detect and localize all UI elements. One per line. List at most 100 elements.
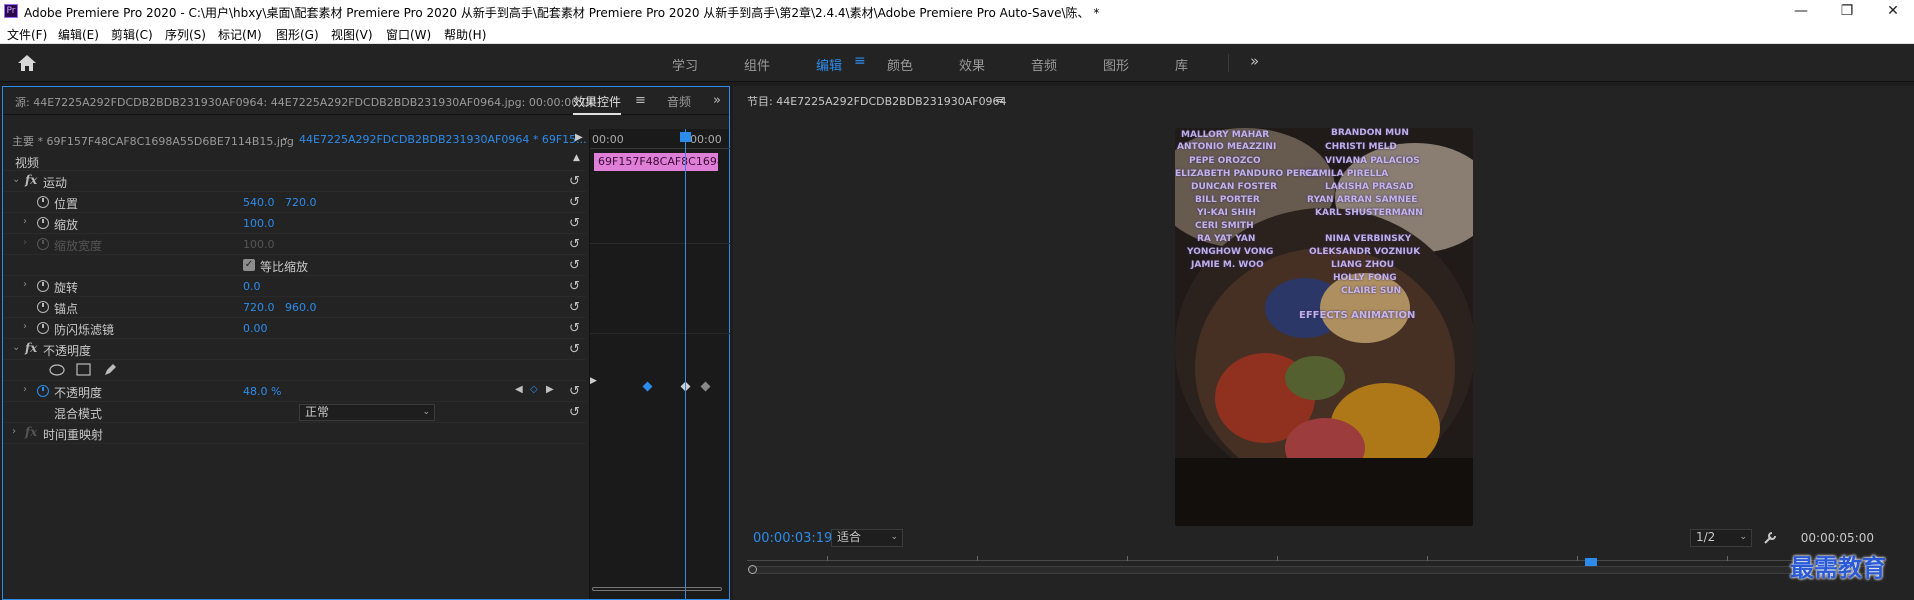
wrench-settings-icon[interactable] bbox=[1763, 531, 1777, 545]
position-x-value[interactable]: 540.0 bbox=[243, 196, 275, 209]
anchor-y-value[interactable]: 960.0 bbox=[285, 301, 317, 314]
expand-chevron-icon[interactable]: › bbox=[23, 384, 27, 395]
menu-view[interactable]: 视图(V) bbox=[331, 26, 373, 43]
source-tab-label[interactable]: 源: 44E7225A292FDCDB2BDB231930AF0964: 44E… bbox=[15, 94, 596, 110]
workspace-tab-graphics[interactable]: 图形 bbox=[1103, 55, 1129, 74]
stopwatch-icon[interactable] bbox=[37, 280, 49, 292]
menu-graphics[interactable]: 图形(G) bbox=[276, 26, 319, 43]
sequence-clip-label[interactable]: 44E7225A292FDCDB2BDB231930AF0964 * 69F15… bbox=[299, 133, 587, 146]
menu-marker[interactable]: 标记(M) bbox=[218, 26, 262, 43]
expand-chevron-icon[interactable]: › bbox=[23, 216, 27, 227]
menu-help[interactable]: 帮助(H) bbox=[444, 26, 486, 43]
expand-chevron-icon[interactable]: › bbox=[23, 279, 27, 290]
workspace-tab-assembly[interactable]: 组件 bbox=[744, 55, 770, 74]
param-anti-flicker-label: 防闪烁滤镜 bbox=[54, 323, 115, 337]
current-timecode[interactable]: 00:00:03:19 bbox=[753, 531, 832, 546]
reset-icon[interactable]: ↺ bbox=[569, 195, 580, 210]
effect-opacity-row[interactable]: ⌄ fx 不透明度 ↺ bbox=[3, 339, 586, 360]
reset-icon[interactable]: ↺ bbox=[569, 342, 580, 357]
workspace-tab-libraries[interactable]: 库 bbox=[1175, 55, 1188, 74]
playhead-handle[interactable] bbox=[1585, 558, 1597, 566]
stopwatch-icon[interactable] bbox=[37, 217, 49, 229]
stopwatch-icon[interactable] bbox=[37, 385, 49, 397]
workspace-tab-learn[interactable]: 学习 bbox=[672, 55, 698, 74]
stopwatch-icon[interactable] bbox=[37, 301, 49, 313]
reset-icon[interactable]: ↺ bbox=[569, 279, 580, 294]
effect-motion-row[interactable]: ⌄ fx 运动 ↺ bbox=[3, 171, 586, 192]
workspace-tab-editing[interactable]: 编辑 bbox=[816, 55, 842, 74]
blend-mode-dropdown[interactable]: 正常 ⌄ bbox=[299, 404, 435, 421]
home-icon[interactable] bbox=[14, 53, 40, 73]
resolution-dropdown[interactable]: 1/2 ⌄ bbox=[1690, 529, 1752, 547]
menu-window[interactable]: 窗口(W) bbox=[386, 26, 431, 43]
panel-menu-icon[interactable]: ≡ bbox=[995, 93, 1004, 106]
program-monitor-title[interactable]: 节目: 44E7225A292FDCDB2BDB231930AF0964 bbox=[747, 93, 1007, 109]
uniform-scale-checkbox[interactable]: ✓ bbox=[243, 259, 255, 271]
workspace-tab-color[interactable]: 颜色 bbox=[887, 55, 913, 74]
master-clip-label[interactable]: 主要 * 69F157F48CAF8C1698A55D6BE7114B15.jp… bbox=[12, 133, 294, 149]
menu-clip[interactable]: 剪辑(C) bbox=[111, 26, 153, 43]
panel-overflow-icon[interactable]: » bbox=[713, 93, 721, 108]
position-y-value[interactable]: 720.0 bbox=[285, 196, 317, 209]
playhead-handle[interactable] bbox=[680, 132, 691, 142]
timeline-zoom-scrollbar[interactable] bbox=[592, 587, 722, 591]
tab-audio-mixer[interactable]: 音频 bbox=[667, 93, 691, 110]
param-position-label: 位置 bbox=[54, 197, 79, 211]
expand-chevron-icon[interactable]: ⌄ bbox=[12, 174, 20, 185]
time-ruler[interactable] bbox=[747, 554, 1883, 562]
fit-zoom-dropdown[interactable]: 适合 ⌄ bbox=[831, 529, 903, 547]
anti-flicker-value[interactable]: 0.00 bbox=[243, 322, 268, 335]
ellipse-mask-icon[interactable] bbox=[49, 364, 65, 376]
program-zoom-scrollbar[interactable] bbox=[748, 565, 1879, 574]
keyframe-diamond-icon[interactable] bbox=[642, 381, 653, 392]
stopwatch-icon[interactable] bbox=[37, 322, 49, 334]
workspace-menu-icon[interactable]: ≡ bbox=[854, 53, 866, 69]
scrollbar-handle-left[interactable] bbox=[748, 565, 757, 574]
add-keyframe-icon[interactable]: ◇ bbox=[530, 384, 538, 395]
minimize-button[interactable]: — bbox=[1778, 0, 1824, 24]
reset-icon[interactable]: ↺ bbox=[569, 384, 580, 399]
opacity-value[interactable]: 48.0 % bbox=[243, 385, 281, 398]
expand-chevron-icon[interactable]: ⌄ bbox=[12, 342, 20, 353]
close-button[interactable]: ✕ bbox=[1870, 0, 1914, 24]
workspace-overflow-icon[interactable]: » bbox=[1250, 52, 1259, 70]
reset-icon[interactable]: ↺ bbox=[569, 258, 580, 273]
workspace-tab-audio[interactable]: 音频 bbox=[1031, 55, 1057, 74]
menu-edit[interactable]: 编辑(E) bbox=[58, 26, 99, 43]
reset-icon[interactable]: ↺ bbox=[569, 300, 580, 315]
next-keyframe-icon[interactable]: ▶ bbox=[546, 384, 554, 395]
video-preview[interactable]: MALLORY MAHAR ANTONIO MEAZZINI PEPE OROZ… bbox=[1175, 128, 1473, 526]
collapse-up-icon[interactable]: ▲ bbox=[573, 153, 580, 163]
reset-icon[interactable]: ↺ bbox=[569, 216, 580, 231]
keyframe-diamond-icon[interactable] bbox=[700, 381, 711, 392]
stopwatch-icon[interactable] bbox=[37, 196, 49, 208]
play-only-clip-icon[interactable]: ▶ bbox=[575, 132, 583, 143]
anchor-x-value[interactable]: 720.0 bbox=[243, 301, 275, 314]
reset-icon[interactable]: ↺ bbox=[569, 174, 580, 189]
reset-icon[interactable]: ↺ bbox=[569, 405, 580, 420]
stopwatch-icon bbox=[37, 238, 49, 250]
rectangle-mask-icon[interactable] bbox=[76, 363, 91, 376]
scale-value[interactable]: 100.0 bbox=[243, 217, 275, 230]
menu-file[interactable]: 文件(F) bbox=[7, 26, 47, 43]
playhead-line[interactable] bbox=[685, 129, 686, 599]
chevron-down-icon[interactable]: ⌄ bbox=[281, 132, 289, 143]
maximize-button[interactable]: ❐ bbox=[1824, 0, 1870, 24]
expand-chevron-icon[interactable]: › bbox=[12, 426, 16, 437]
pen-mask-icon[interactable] bbox=[103, 363, 117, 377]
panel-menu-icon[interactable]: ≡ bbox=[635, 93, 646, 108]
menu-sequence[interactable]: 序列(S) bbox=[165, 26, 206, 43]
rotation-value[interactable]: 0.0 bbox=[243, 280, 261, 293]
reset-icon[interactable]: ↺ bbox=[569, 321, 580, 336]
fx-badge-icon[interactable]: fx bbox=[25, 341, 37, 355]
workspace-tab-effects[interactable]: 效果 bbox=[959, 55, 985, 74]
prev-keyframe-icon[interactable]: ◀ bbox=[515, 384, 523, 395]
reset-icon[interactable]: ↺ bbox=[569, 237, 580, 252]
effect-time-remap-row[interactable]: › fx 时间重映射 bbox=[3, 423, 586, 444]
fx-badge-icon[interactable]: fx bbox=[25, 173, 37, 187]
clip-bar[interactable]: 69F157F48CAF8C1698A bbox=[594, 153, 718, 171]
tab-effect-controls[interactable]: 效果控件 bbox=[573, 93, 622, 115]
track-divider bbox=[590, 243, 730, 244]
expand-chevron-icon[interactable]: › bbox=[23, 321, 27, 332]
workspace-bar: 学习 组件 编辑 ≡ 颜色 效果 音频 图形 库 » bbox=[0, 44, 1914, 82]
